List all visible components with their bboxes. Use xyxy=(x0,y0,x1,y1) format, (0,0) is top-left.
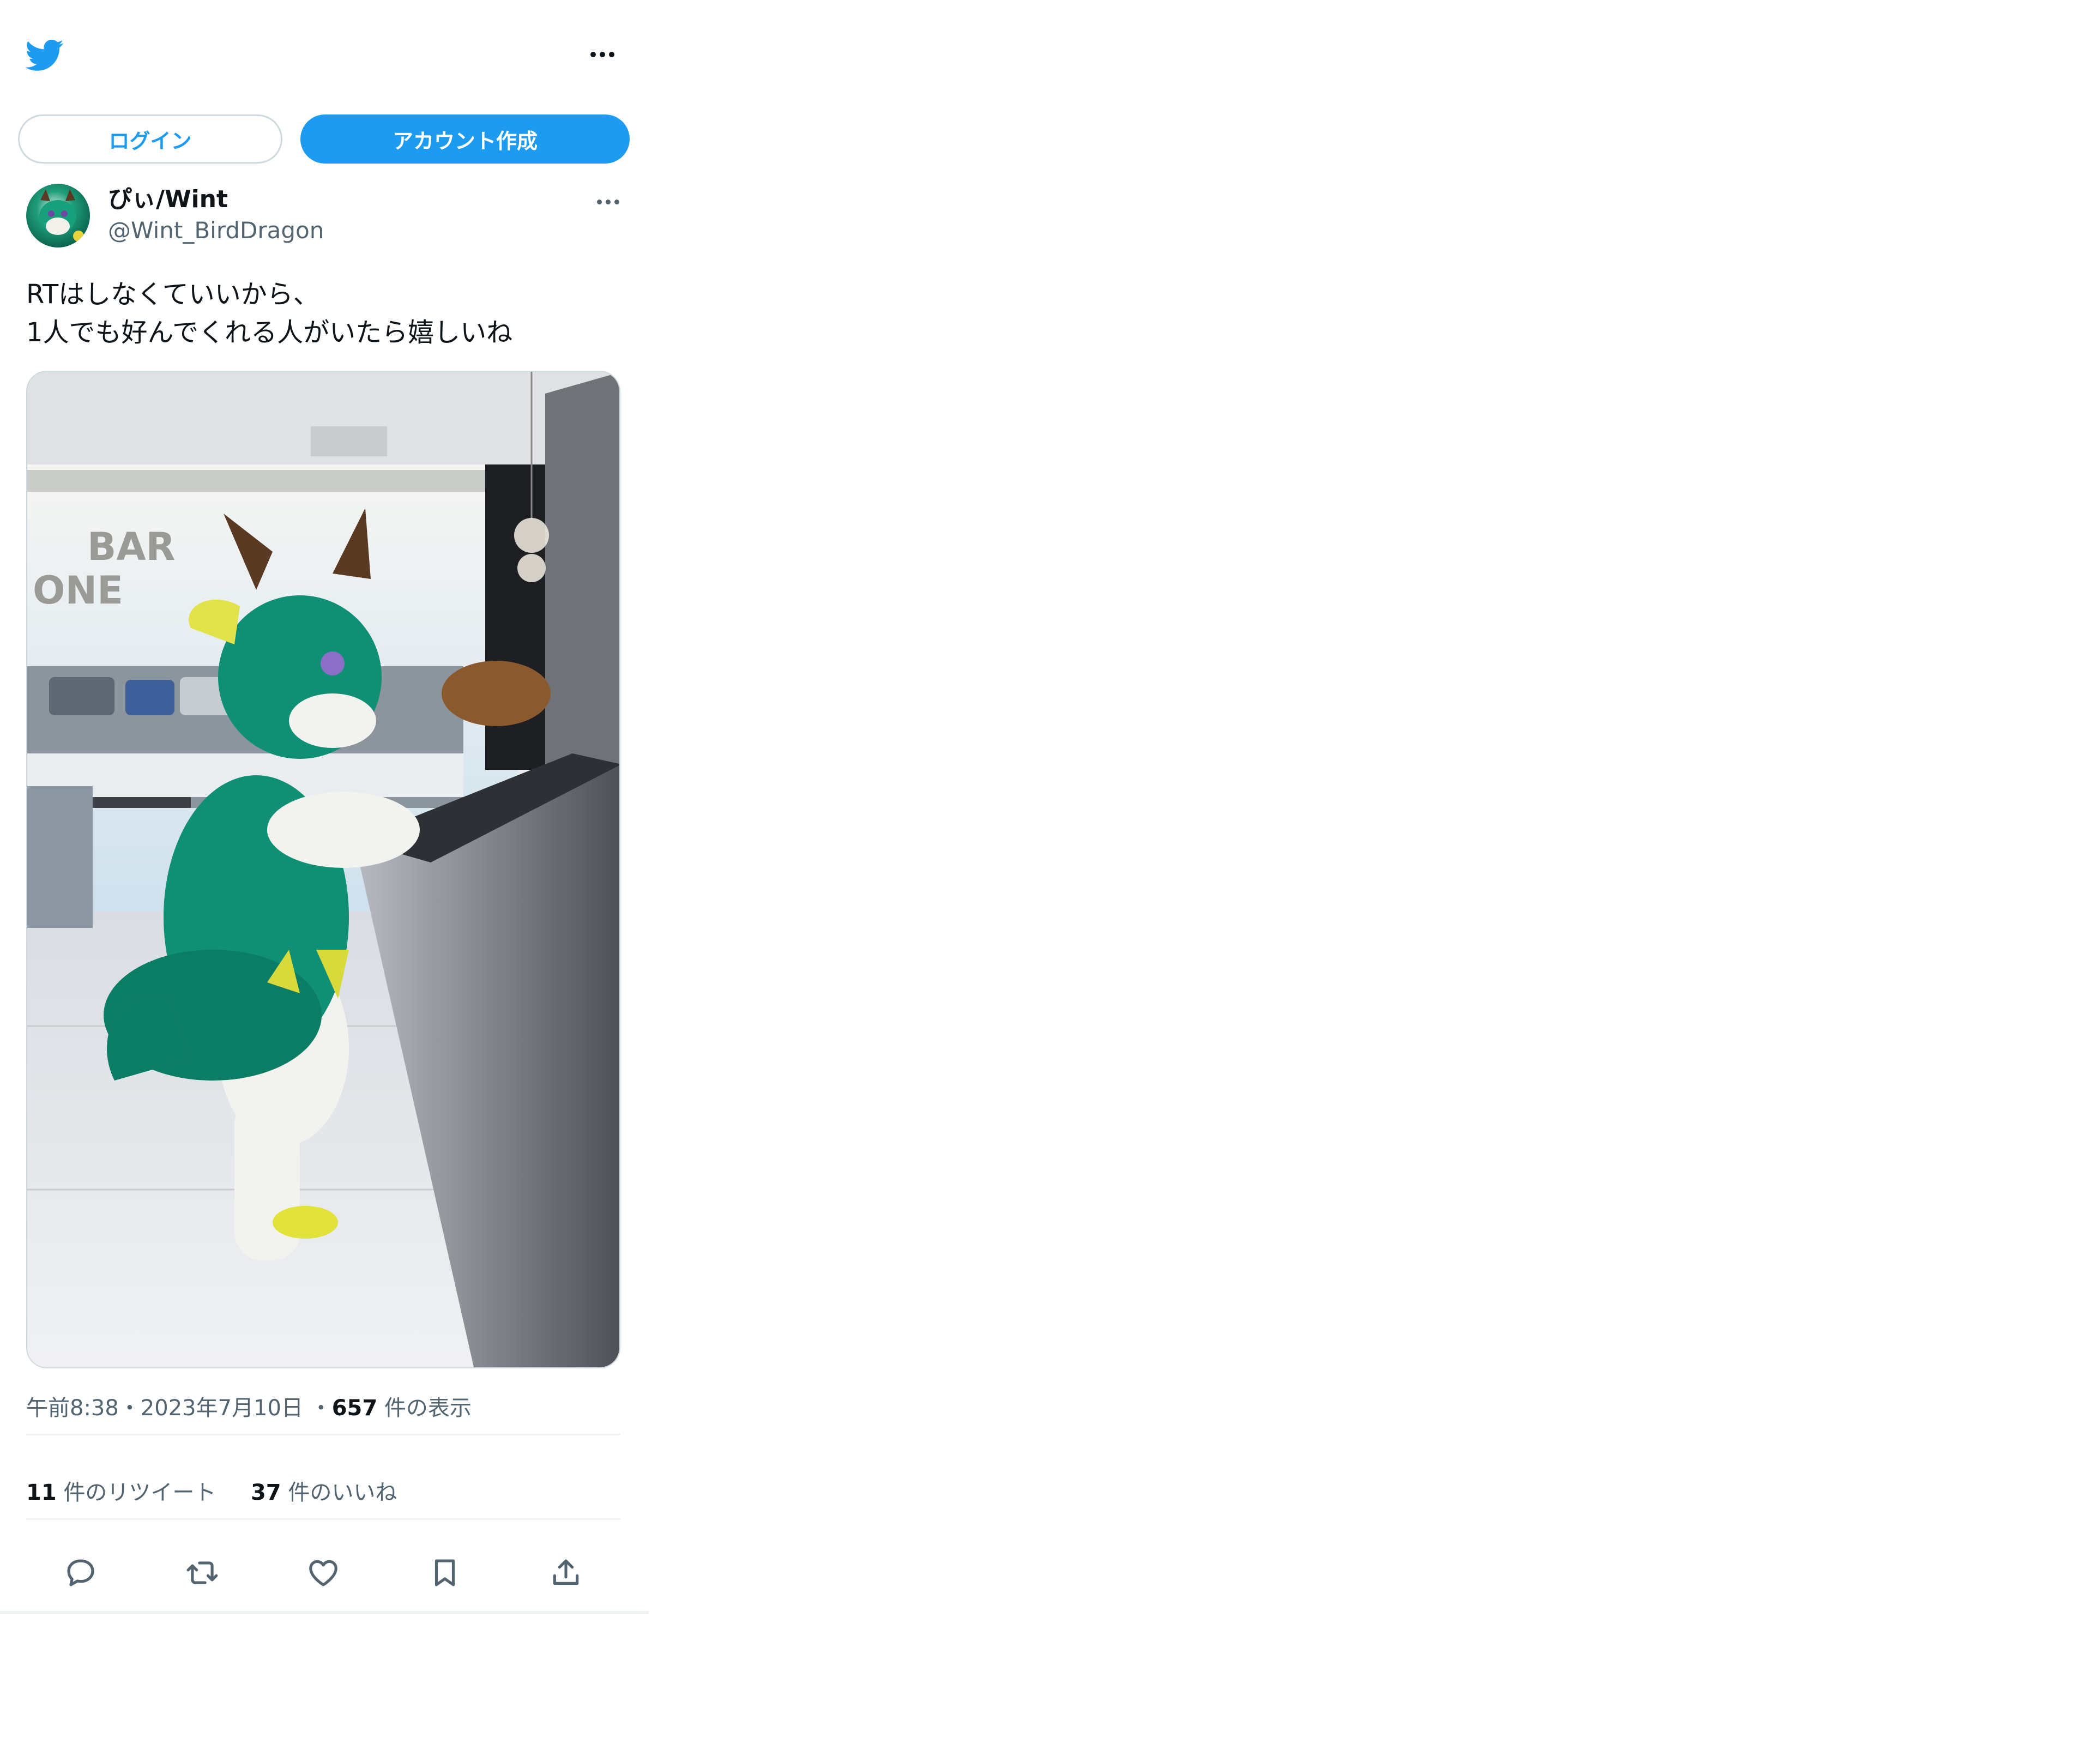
tweet-date[interactable]: 2023年7月10日 xyxy=(141,1396,303,1421)
reply-button[interactable] xyxy=(53,1546,108,1600)
window-sign-one: ONE xyxy=(33,568,123,613)
tweet-text: RTはしなくていいから、 1人でも好んでくれる人がいたら嬉しいね xyxy=(26,279,513,348)
views-count: 657 xyxy=(331,1396,378,1421)
retweets-count: 11 xyxy=(26,1480,57,1505)
tweet-actions xyxy=(26,1546,620,1600)
tweet-photo[interactable]: BAR ONE xyxy=(26,371,620,1368)
login-button[interactable]: ログイン xyxy=(18,114,282,164)
retweet-icon xyxy=(186,1561,218,1584)
retweets-label: 件のリツイート xyxy=(63,1480,216,1505)
author-display-name[interactable]: ぴぃ/Wint xyxy=(108,184,228,215)
signup-button[interactable]: アカウント作成 xyxy=(300,114,630,164)
more-horizontal-icon xyxy=(590,52,614,57)
retweets-stat[interactable]: 11 件のリツイート xyxy=(26,1480,216,1505)
likes-count: 37 xyxy=(250,1480,281,1505)
tweet-stats: 11 件のリツイート 37 件のいいね xyxy=(26,1477,397,1508)
bookmark-icon xyxy=(435,1559,455,1586)
tweet-more-button[interactable] xyxy=(589,191,627,213)
twitter-bird-icon[interactable] xyxy=(25,35,65,74)
like-icon xyxy=(309,1560,337,1586)
bookmark-button[interactable] xyxy=(418,1546,472,1600)
like-button[interactable] xyxy=(296,1546,351,1600)
divider xyxy=(26,1518,620,1520)
more-horizontal-icon xyxy=(596,199,619,204)
views-label: 件の表示 xyxy=(384,1396,472,1421)
more-options-button[interactable] xyxy=(583,44,621,65)
likes-stat[interactable]: 37 件のいいね xyxy=(251,1480,397,1505)
divider xyxy=(26,1434,620,1435)
author-handle[interactable]: @Wint_BirdDragon xyxy=(108,216,324,245)
share-icon xyxy=(553,1559,579,1585)
avatar[interactable] xyxy=(26,184,90,248)
window-sign-bar: BAR xyxy=(87,524,175,569)
photo-illustration: BAR ONE xyxy=(27,372,619,1367)
retweet-button[interactable] xyxy=(175,1546,230,1600)
tweet-time[interactable]: 午前8:38 xyxy=(26,1396,119,1421)
tweet-page: ログイン アカウント作成 ぴぃ/Wint @Wint_BirdDragon RT… xyxy=(0,0,649,1614)
likes-label: 件のいいね xyxy=(288,1480,397,1505)
share-button[interactable] xyxy=(539,1546,593,1600)
tweet-meta: 午前8:38・2023年7月10日 ・657 件の表示 xyxy=(26,1393,472,1423)
meta-separator: ・ xyxy=(118,1396,141,1421)
reply-icon xyxy=(67,1559,94,1586)
meta-separator: ・ xyxy=(310,1396,332,1421)
